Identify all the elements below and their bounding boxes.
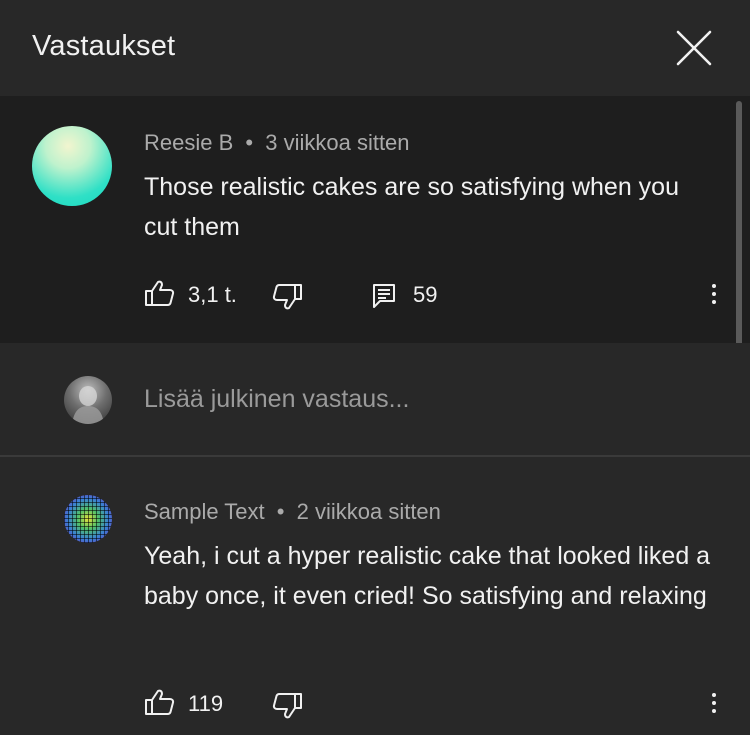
like-count: 3,1 t.	[188, 282, 237, 307]
avatar[interactable]	[64, 495, 112, 543]
like-button[interactable]	[144, 688, 176, 721]
close-icon	[676, 30, 712, 66]
divider	[0, 455, 750, 457]
reply-count: 59	[413, 282, 438, 307]
reply-button[interactable]	[372, 283, 396, 314]
meta-separator: •	[245, 130, 254, 155]
dislike-button[interactable]	[271, 283, 303, 316]
more-options-button[interactable]	[702, 276, 726, 312]
comment-author[interactable]: Reesie B	[144, 130, 233, 155]
like-count: 119	[188, 691, 224, 716]
thumbs-up-icon	[145, 280, 175, 306]
comment-author[interactable]: Sample Text	[144, 499, 265, 524]
dislike-button[interactable]	[271, 692, 303, 725]
avatar[interactable]	[32, 126, 112, 206]
meta-separator: •	[276, 499, 285, 524]
reply-input[interactable]: Lisää julkinen vastaus...	[144, 385, 409, 414]
thumbs-down-icon	[272, 693, 302, 719]
thumbs-up-icon	[145, 689, 175, 715]
comment-meta: Reesie B • 3 viikkoa sitten	[144, 130, 410, 156]
user-photo	[72, 386, 104, 424]
thumbs-down-icon	[272, 284, 302, 310]
comment-icon	[373, 284, 395, 308]
like-button[interactable]	[144, 279, 176, 312]
more-options-button[interactable]	[702, 685, 726, 721]
comment-time: 3 viikkoa sitten	[265, 130, 410, 155]
page-title: Vastaukset	[32, 30, 176, 62]
comment-meta: Sample Text • 2 viikkoa sitten	[144, 499, 441, 525]
close-button[interactable]	[672, 26, 716, 70]
comment-text: Those realistic cakes are so satisfying …	[144, 173, 679, 241]
replies-header: Vastaukset	[0, 0, 750, 96]
avatar	[64, 376, 112, 424]
comment-time: 2 viikkoa sitten	[296, 499, 441, 524]
comment-text: Yeah, i cut a hyper realistic cake that …	[144, 542, 711, 610]
